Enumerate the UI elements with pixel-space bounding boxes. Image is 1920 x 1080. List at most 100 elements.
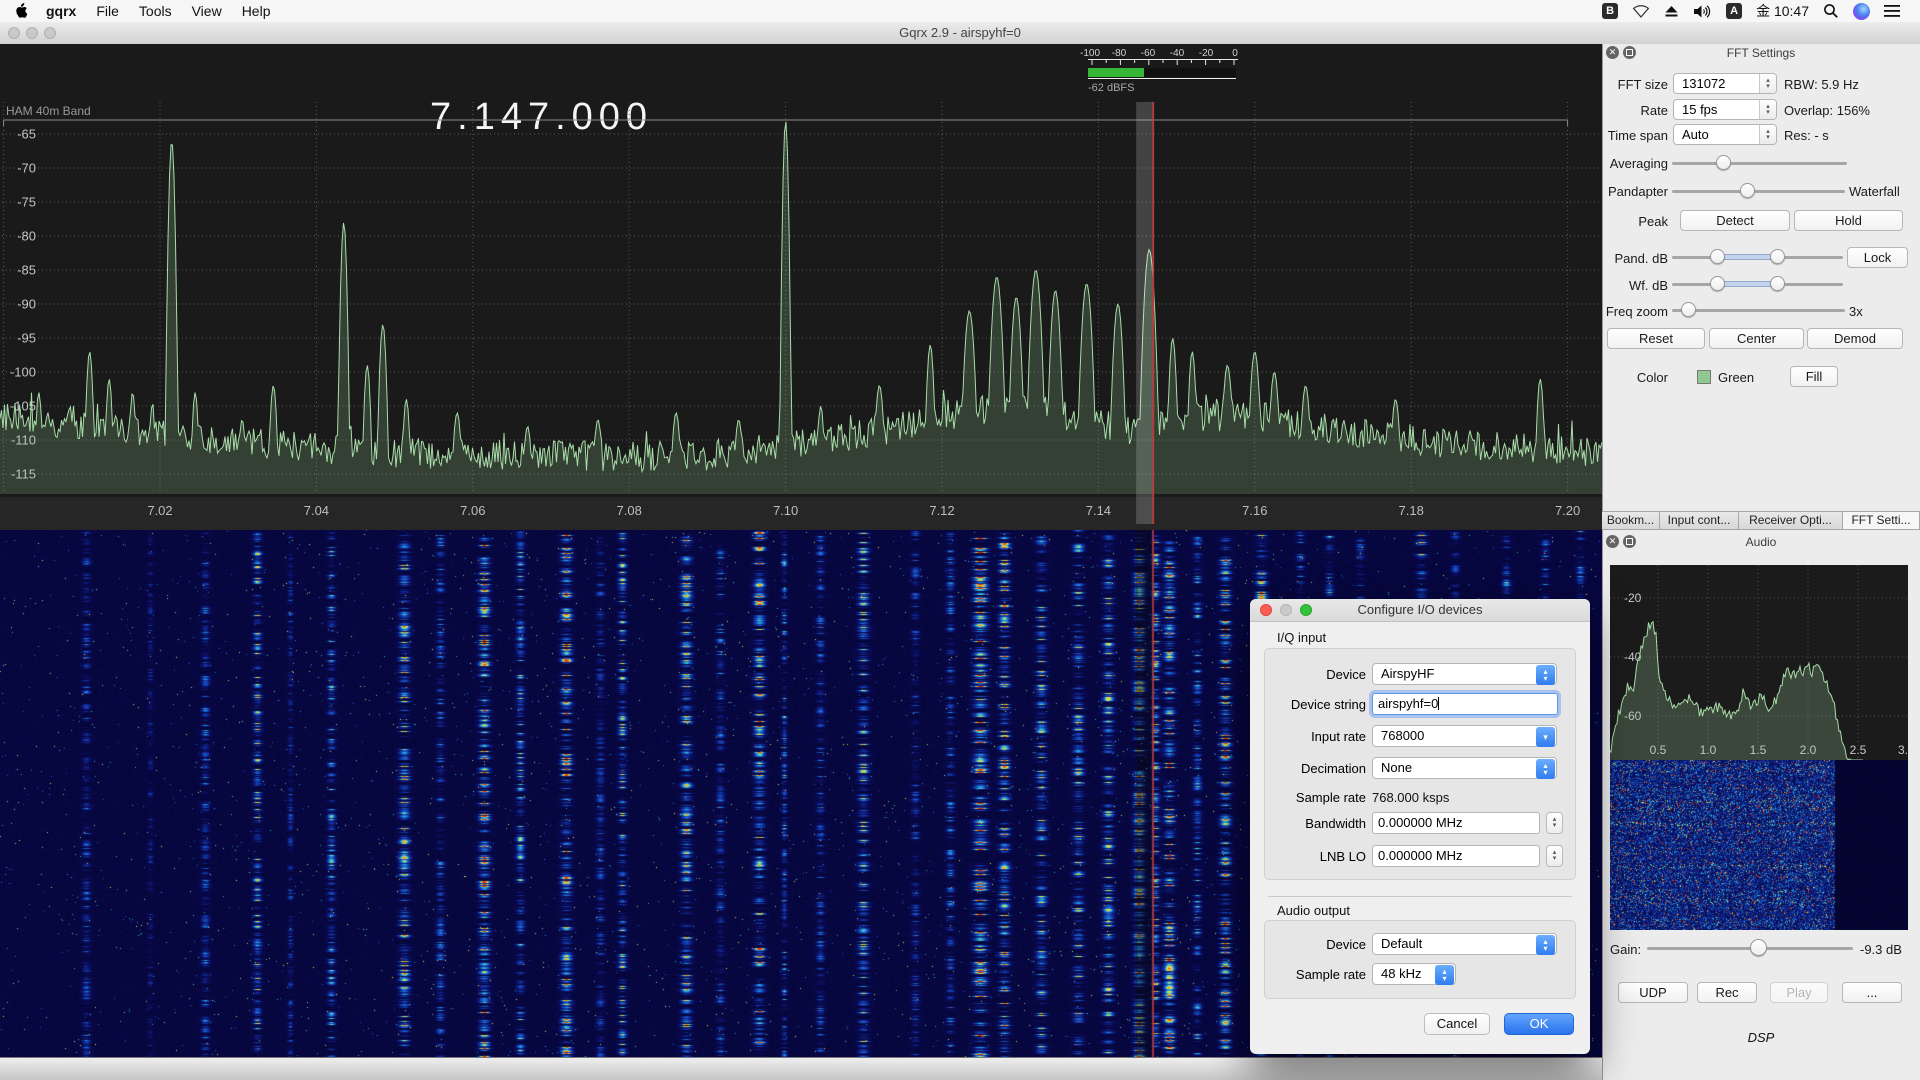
device-string-value: airspyhf=0 bbox=[1378, 696, 1438, 711]
out-device-value: Default bbox=[1373, 936, 1422, 951]
peak-label: Peak bbox=[1604, 214, 1668, 229]
color-value: Green bbox=[1718, 370, 1754, 385]
time-span-combo[interactable]: Auto ▴▾ bbox=[1673, 124, 1777, 145]
out-rate-combo[interactable]: 48 kHz ▴▾ bbox=[1372, 963, 1456, 985]
spotlight-icon[interactable] bbox=[1823, 3, 1839, 19]
dock-tab-2[interactable]: Receiver Opti... bbox=[1739, 512, 1843, 529]
pand-db-lock-button[interactable]: Lock bbox=[1847, 247, 1908, 268]
dock-tab-bar: Bookm...Input cont...Receiver Opti...FFT… bbox=[1602, 511, 1920, 530]
siri-icon[interactable] bbox=[1853, 3, 1870, 20]
input-rate-combo[interactable]: 768000 ▾ bbox=[1372, 725, 1557, 747]
popup-stepper-icon[interactable]: ▴▾ bbox=[1536, 665, 1555, 685]
wifi-icon[interactable] bbox=[1632, 4, 1650, 18]
lnb-lo-stepper[interactable]: ▴▾ bbox=[1546, 845, 1563, 867]
time-span-value: Auto bbox=[1674, 127, 1709, 142]
fill-button[interactable]: Fill bbox=[1790, 366, 1838, 387]
lnb-lo-input[interactable]: 0.000000 MHz bbox=[1372, 845, 1540, 867]
audio-gain-slider[interactable] bbox=[1647, 938, 1853, 958]
audio-udp-button[interactable]: UDP bbox=[1618, 982, 1688, 1003]
dialog-divider bbox=[1268, 896, 1572, 897]
fft-settings-dock-header[interactable]: FFT Settings bbox=[1602, 44, 1920, 62]
device-combo[interactable]: AirspyHF ▴▾ bbox=[1372, 663, 1557, 685]
menu-view[interactable]: View bbox=[182, 3, 232, 19]
notification-center-icon[interactable] bbox=[1884, 5, 1900, 17]
overlap-info: Overlap: 156% bbox=[1784, 103, 1870, 118]
peak-hold-button[interactable]: Hold bbox=[1794, 210, 1903, 231]
parallels-icon[interactable]: B bbox=[1602, 3, 1618, 19]
pand-db-label: Pand. dB bbox=[1604, 251, 1668, 266]
volume-icon[interactable] bbox=[1693, 4, 1712, 19]
audio-dock-header[interactable]: Audio bbox=[1602, 533, 1920, 551]
fft-dock-float-icon[interactable] bbox=[1623, 46, 1636, 59]
screen: gqrxFileToolsViewHelp B A 金 10:47 bbox=[0, 0, 1920, 1080]
fft-size-combo[interactable]: 131072 ▴▾ bbox=[1673, 73, 1777, 94]
ok-button[interactable]: OK bbox=[1504, 1013, 1574, 1035]
audio-fft-plot[interactable]: -20-40-600.51.01.52.02.53. bbox=[1610, 565, 1908, 760]
freq-zoom-label: Freq zoom bbox=[1600, 304, 1668, 319]
pand-db-range-slider[interactable] bbox=[1672, 247, 1843, 267]
svg-text:7.12: 7.12 bbox=[929, 503, 954, 518]
bandwidth-input[interactable]: 0.000000 MHz bbox=[1372, 812, 1540, 834]
popup-stepper-icon[interactable]: ▴▾ bbox=[1536, 759, 1555, 779]
audio-dock-close-icon[interactable]: ✕ bbox=[1606, 535, 1619, 548]
svg-text:7.04: 7.04 bbox=[304, 503, 329, 518]
menu-help[interactable]: Help bbox=[232, 3, 281, 19]
svg-text:2.5: 2.5 bbox=[1850, 743, 1867, 757]
device-string-input[interactable]: airspyhf=0 bbox=[1372, 693, 1558, 715]
stepper-icon[interactable]: ▴▾ bbox=[1759, 100, 1776, 119]
color-swatch[interactable] bbox=[1697, 370, 1711, 384]
out-device-label: Device bbox=[1256, 937, 1366, 952]
svg-text:-75: -75 bbox=[17, 195, 36, 210]
menu-bar: gqrxFileToolsViewHelp B A 金 10:47 bbox=[0, 0, 1920, 23]
dock-tab-1[interactable]: Input cont... bbox=[1660, 512, 1739, 529]
eject-icon[interactable] bbox=[1664, 5, 1679, 18]
reset-button[interactable]: Reset bbox=[1607, 328, 1705, 349]
averaging-slider[interactable] bbox=[1672, 153, 1847, 173]
audio-rec-button[interactable]: Rec bbox=[1697, 982, 1757, 1003]
menu-file[interactable]: File bbox=[86, 3, 129, 19]
out-device-combo[interactable]: Default ▴▾ bbox=[1372, 933, 1557, 955]
panadapter[interactable]: 7.147.000 -100-80-60-40-200 -62 dBFS -65… bbox=[0, 44, 1602, 530]
color-label: Color bbox=[1604, 370, 1668, 385]
apple-menu[interactable] bbox=[0, 3, 36, 20]
decimation-combo[interactable]: None ▴▾ bbox=[1372, 757, 1557, 779]
svg-text:7.02: 7.02 bbox=[147, 503, 172, 518]
audio-dotdotdot-button[interactable]: ... bbox=[1842, 982, 1902, 1003]
center-button[interactable]: Center bbox=[1709, 328, 1804, 349]
dock-tab-0[interactable]: Bookm... bbox=[1602, 512, 1660, 529]
demod-button[interactable]: Demod bbox=[1807, 328, 1903, 349]
bandwidth-stepper[interactable]: ▴▾ bbox=[1546, 812, 1563, 834]
audio-dock-float-icon[interactable] bbox=[1623, 535, 1636, 548]
device-string-label: Device string bbox=[1256, 697, 1366, 712]
rate-combo[interactable]: 15 fps ▴▾ bbox=[1673, 99, 1777, 120]
popup-stepper-icon[interactable]: ▴▾ bbox=[1536, 935, 1555, 955]
spectrum-plot[interactable]: -65-70-75-80-85-90-95-100-105-110-1157.0… bbox=[0, 44, 1602, 530]
audio-waterfall[interactable] bbox=[1610, 760, 1908, 930]
input-source-icon[interactable]: A bbox=[1726, 3, 1742, 19]
peak-detect-button[interactable]: Detect bbox=[1680, 210, 1790, 231]
dock-tab-3[interactable]: FFT Setti... bbox=[1843, 512, 1920, 529]
menu-clock[interactable]: 金 10:47 bbox=[1756, 1, 1809, 21]
svg-text:-65: -65 bbox=[17, 127, 36, 142]
wf-db-range-slider[interactable] bbox=[1672, 274, 1843, 294]
configure-io-dialog: Configure I/O devices I/Q input Device A… bbox=[1250, 599, 1590, 1054]
window-titlebar[interactable]: Gqrx 2.9 - airspyhf=0 bbox=[0, 22, 1920, 45]
stepper-icon[interactable]: ▴▾ bbox=[1759, 125, 1776, 144]
wf-db-label: Wf. dB bbox=[1604, 278, 1668, 293]
menu-tools[interactable]: Tools bbox=[129, 3, 182, 19]
stepper-icon[interactable]: ▴▾ bbox=[1759, 74, 1776, 93]
rate-label: Rate bbox=[1604, 103, 1668, 118]
svg-text:7.18: 7.18 bbox=[1399, 503, 1424, 518]
dialog-titlebar[interactable]: Configure I/O devices bbox=[1250, 599, 1590, 622]
dropdown-arrow-icon[interactable]: ▾ bbox=[1536, 727, 1555, 747]
bandwidth-label: Bandwidth bbox=[1256, 816, 1366, 831]
device-label: Device bbox=[1256, 667, 1366, 682]
menu-gqrx[interactable]: gqrx bbox=[36, 3, 86, 19]
fft-dock-close-icon[interactable]: ✕ bbox=[1606, 46, 1619, 59]
pandapter-split-slider[interactable] bbox=[1672, 181, 1845, 201]
popup-stepper-icon[interactable]: ▴▾ bbox=[1435, 965, 1454, 985]
cancel-button[interactable]: Cancel bbox=[1424, 1013, 1490, 1035]
fft-size-label: FFT size bbox=[1604, 77, 1668, 92]
freq-zoom-slider[interactable] bbox=[1672, 300, 1845, 320]
bandwidth-value: 0.000000 MHz bbox=[1378, 815, 1463, 830]
